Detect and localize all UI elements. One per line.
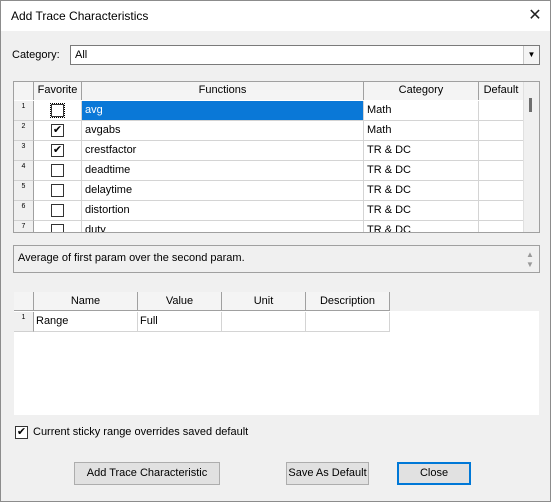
scrollbar-thumb[interactable]: [529, 98, 532, 112]
row-number: 1: [14, 312, 34, 332]
table-row[interactable]: 4 deadtime TR & DC: [14, 161, 524, 181]
function-name-cell[interactable]: avgabs: [82, 121, 364, 141]
function-default-cell[interactable]: [479, 121, 524, 141]
table-row[interactable]: 1 Range Full: [14, 312, 392, 332]
sticky-range-label: Current sticky range overrides saved def…: [33, 426, 249, 438]
function-name-cell[interactable]: duty: [82, 221, 364, 232]
favorite-cell[interactable]: [34, 181, 82, 201]
category-value: All: [75, 49, 88, 61]
column-header-value[interactable]: Value: [138, 292, 222, 311]
scroll-down-icon[interactable]: ▼: [525, 261, 535, 269]
column-header-unit[interactable]: Unit: [222, 292, 306, 311]
function-category-cell[interactable]: TR & DC: [364, 181, 479, 201]
description-text: Average of first param over the second p…: [18, 252, 245, 264]
category-select[interactable]: All ▼: [70, 45, 540, 65]
add-trace-characteristics-dialog: Add Trace Characteristics ✕ Category: Al…: [0, 0, 551, 502]
function-category-cell[interactable]: TR & DC: [364, 141, 479, 161]
function-default-cell[interactable]: [479, 221, 524, 232]
favorite-checkbox[interactable]: ✔: [51, 144, 64, 157]
add-trace-characteristic-button[interactable]: Add Trace Characteristic: [74, 462, 220, 485]
row-header-corner: [14, 82, 34, 100]
close-icon[interactable]: ✕: [520, 1, 550, 31]
function-default-cell[interactable]: [479, 181, 524, 201]
function-default-cell[interactable]: [479, 201, 524, 221]
function-default-cell[interactable]: [479, 161, 524, 181]
row-number: 6: [14, 201, 34, 221]
row-number: 7: [14, 221, 34, 232]
row-number: 2: [14, 121, 34, 141]
description-box: Average of first param over the second p…: [13, 245, 540, 273]
scroll-up-icon[interactable]: ▲: [525, 251, 535, 259]
window-title: Add Trace Characteristics: [11, 9, 149, 23]
table-row[interactable]: 2 ✔ avgabs Math: [14, 121, 524, 141]
function-name-cell[interactable]: deadtime: [82, 161, 364, 181]
function-category-cell[interactable]: TR & DC: [364, 221, 479, 232]
save-as-default-button[interactable]: Save As Default: [286, 462, 369, 485]
favorite-checkbox[interactable]: [51, 224, 64, 232]
param-description-cell[interactable]: [306, 312, 390, 332]
row-number: 4: [14, 161, 34, 181]
favorite-cell[interactable]: ✔: [34, 141, 82, 161]
favorite-cell[interactable]: [34, 221, 82, 232]
favorite-checkbox[interactable]: [51, 204, 64, 217]
column-header-functions[interactable]: Functions: [82, 82, 364, 100]
function-name-cell[interactable]: avg: [82, 101, 364, 121]
function-name-cell[interactable]: delaytime: [82, 181, 364, 201]
checkmark-icon: ✔: [16, 426, 27, 438]
parameters-grid-header: Name Value Unit Description: [14, 292, 541, 311]
row-number: 5: [14, 181, 34, 201]
function-name-cell[interactable]: distortion: [82, 201, 364, 221]
function-category-cell[interactable]: Math: [364, 101, 479, 121]
functions-scrollbar[interactable]: [523, 82, 539, 232]
function-category-cell[interactable]: TR & DC: [364, 201, 479, 221]
favorite-cell[interactable]: [34, 201, 82, 221]
column-header-description[interactable]: Description: [306, 292, 390, 311]
checkmark-icon: ✔: [52, 144, 63, 156]
param-unit-cell[interactable]: [222, 312, 306, 332]
function-default-cell[interactable]: [479, 141, 524, 161]
favorite-checkbox[interactable]: [51, 164, 64, 177]
row-number: 3: [14, 141, 34, 161]
close-button[interactable]: Close: [397, 462, 471, 485]
chevron-down-icon[interactable]: ▼: [523, 46, 539, 64]
table-row[interactable]: 6 distortion TR & DC: [14, 201, 524, 221]
functions-grid-header: Favorite Functions Category Default: [14, 82, 539, 100]
column-header-default[interactable]: Default: [479, 82, 524, 100]
functions-grid: Favorite Functions Category Default 1 avg…: [13, 81, 540, 233]
row-number: 1: [14, 101, 34, 121]
table-row[interactable]: 3 ✔ crestfactor TR & DC: [14, 141, 524, 161]
sticky-range-checkbox[interactable]: ✔: [15, 426, 28, 439]
function-category-cell[interactable]: Math: [364, 121, 479, 141]
favorite-cell[interactable]: [34, 101, 82, 121]
param-value-cell[interactable]: Full: [138, 312, 222, 332]
column-header-favorite[interactable]: Favorite: [34, 82, 82, 100]
column-header-name[interactable]: Name: [34, 292, 138, 311]
favorite-cell[interactable]: [34, 161, 82, 181]
row-header-corner: [14, 292, 34, 311]
function-default-cell[interactable]: [479, 101, 524, 121]
function-category-cell[interactable]: TR & DC: [364, 161, 479, 181]
favorite-checkbox[interactable]: [50, 103, 65, 118]
table-row[interactable]: 1 avg Math: [14, 101, 524, 121]
column-header-category[interactable]: Category: [364, 82, 479, 100]
table-row[interactable]: 7 duty TR & DC: [14, 221, 524, 232]
category-label: Category:: [12, 49, 60, 61]
favorite-cell[interactable]: ✔: [34, 121, 82, 141]
parameters-grid: Name Value Unit Description 1 Range Full: [13, 291, 541, 416]
param-name-cell[interactable]: Range: [34, 312, 138, 332]
table-row[interactable]: 5 delaytime TR & DC: [14, 181, 524, 201]
title-bar: Add Trace Characteristics ✕: [1, 1, 550, 31]
favorite-checkbox[interactable]: ✔: [51, 124, 64, 137]
checkmark-icon: ✔: [52, 124, 63, 136]
function-name-cell[interactable]: crestfactor: [82, 141, 364, 161]
favorite-checkbox[interactable]: [51, 184, 64, 197]
